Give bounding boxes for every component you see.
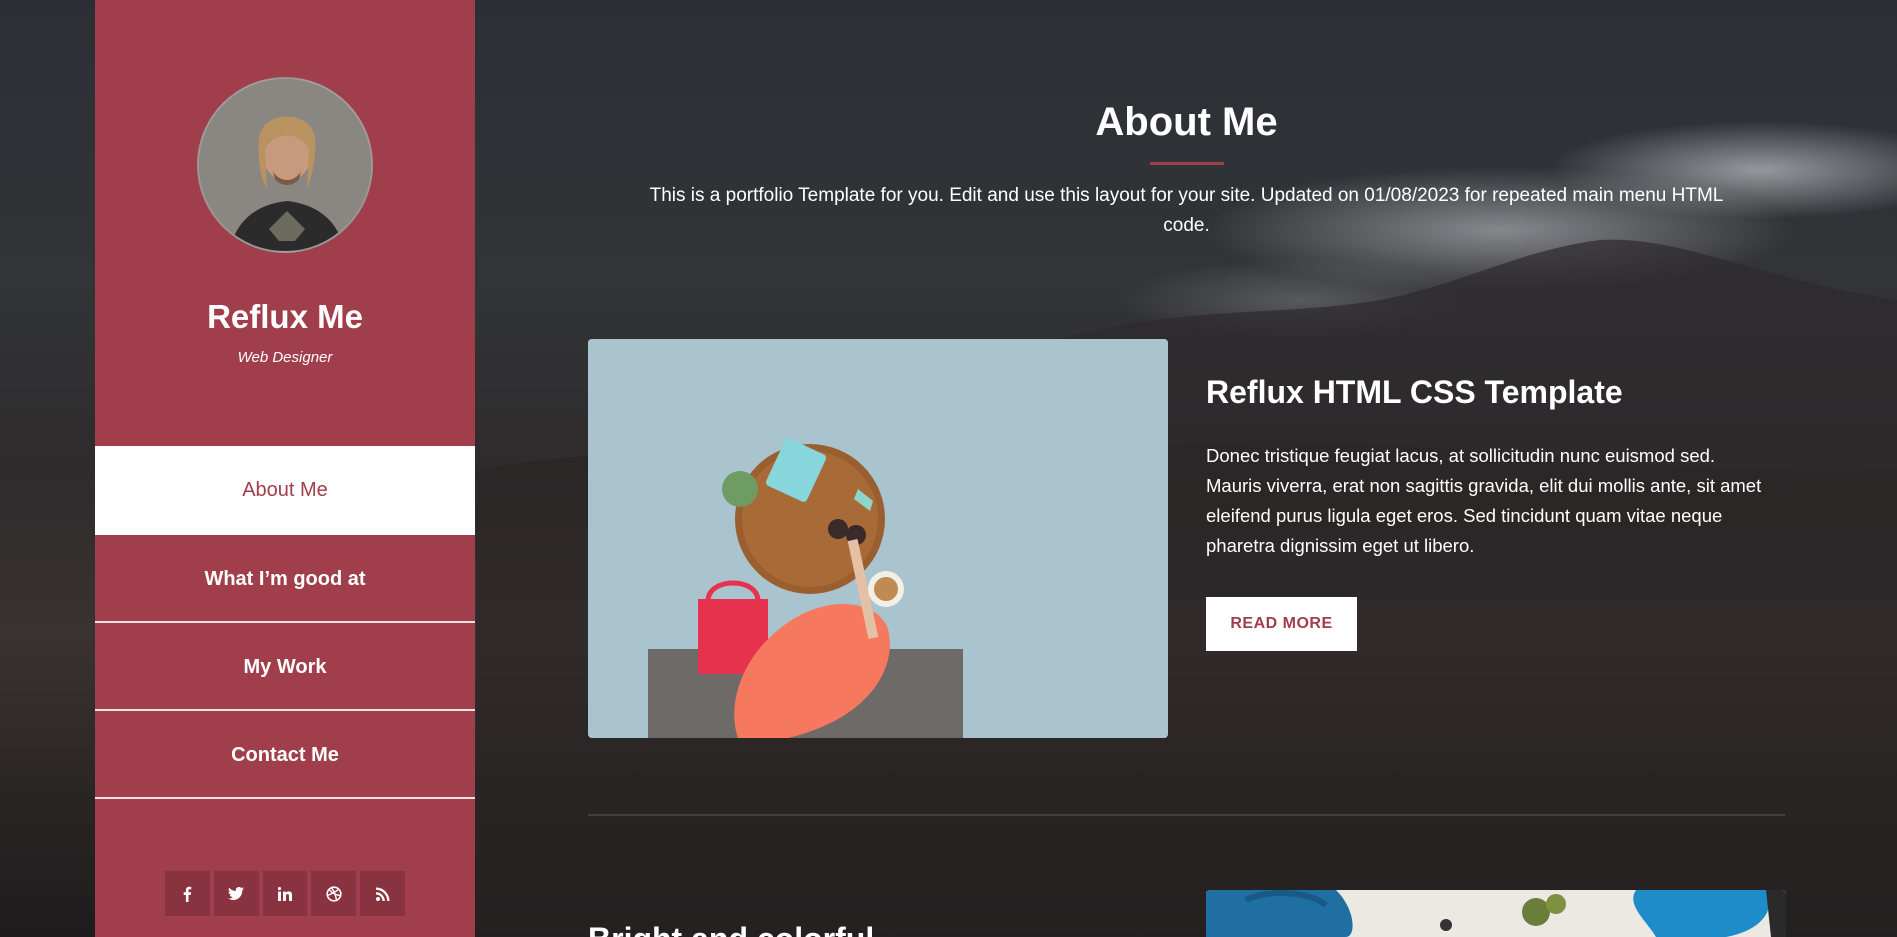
linkedin-button[interactable]	[262, 871, 308, 916]
nav-item-what-im-good-at[interactable]: What I’m good at	[95, 535, 475, 623]
dribbble-icon	[326, 885, 342, 902]
section-title: About Me	[1095, 100, 1278, 144]
facebook-icon	[184, 886, 192, 902]
facebook-button[interactable]	[165, 871, 210, 916]
avatar	[197, 77, 373, 253]
rss-icon	[375, 887, 390, 901]
rss-button[interactable]	[360, 871, 405, 916]
nav-item-about-me[interactable]: About Me	[95, 446, 475, 535]
feature-text: Donec tristique feugiat lacus, at sollic…	[1206, 445, 1762, 556]
linkedin-icon	[277, 886, 292, 901]
read-more-button[interactable]: READ MORE	[1206, 597, 1357, 651]
main-menu: About Me What I’m good at My Work Contac…	[95, 446, 475, 799]
sidebar: Reflux Me Web Designer About Me What I’m…	[95, 0, 475, 937]
second-feature-title: Bright and colorful	[588, 921, 1088, 937]
intro-text: This is a portfolio Template for you. Ed…	[649, 185, 1724, 236]
dribbble-button[interactable]	[311, 871, 357, 916]
profile-role: Web Designer	[237, 349, 333, 366]
second-feature-image	[1206, 890, 1786, 937]
profile-name: Reflux Me	[207, 298, 363, 335]
nav-item-contact-me[interactable]: Contact Me	[95, 711, 475, 799]
section-divider	[588, 814, 1785, 816]
feature-title: Reflux HTML CSS Template	[1206, 374, 1623, 410]
twitter-icon	[228, 887, 245, 900]
feature-image	[588, 339, 1168, 738]
social-links	[165, 871, 405, 916]
nav-item-my-work[interactable]: My Work	[95, 623, 475, 711]
twitter-button[interactable]	[213, 871, 259, 916]
title-underline	[1150, 162, 1224, 165]
